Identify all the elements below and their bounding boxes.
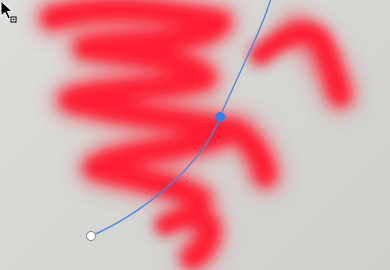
pen-cursor-with-square-icon xyxy=(0,0,17,23)
endpoint-anchor-point[interactable] xyxy=(86,231,96,241)
selected-anchor-point[interactable] xyxy=(215,112,225,122)
stroke-right xyxy=(249,21,351,106)
canvas-artwork[interactable] xyxy=(0,0,390,270)
drawing-canvas[interactable] xyxy=(0,0,390,270)
brush-strokes xyxy=(35,0,357,270)
